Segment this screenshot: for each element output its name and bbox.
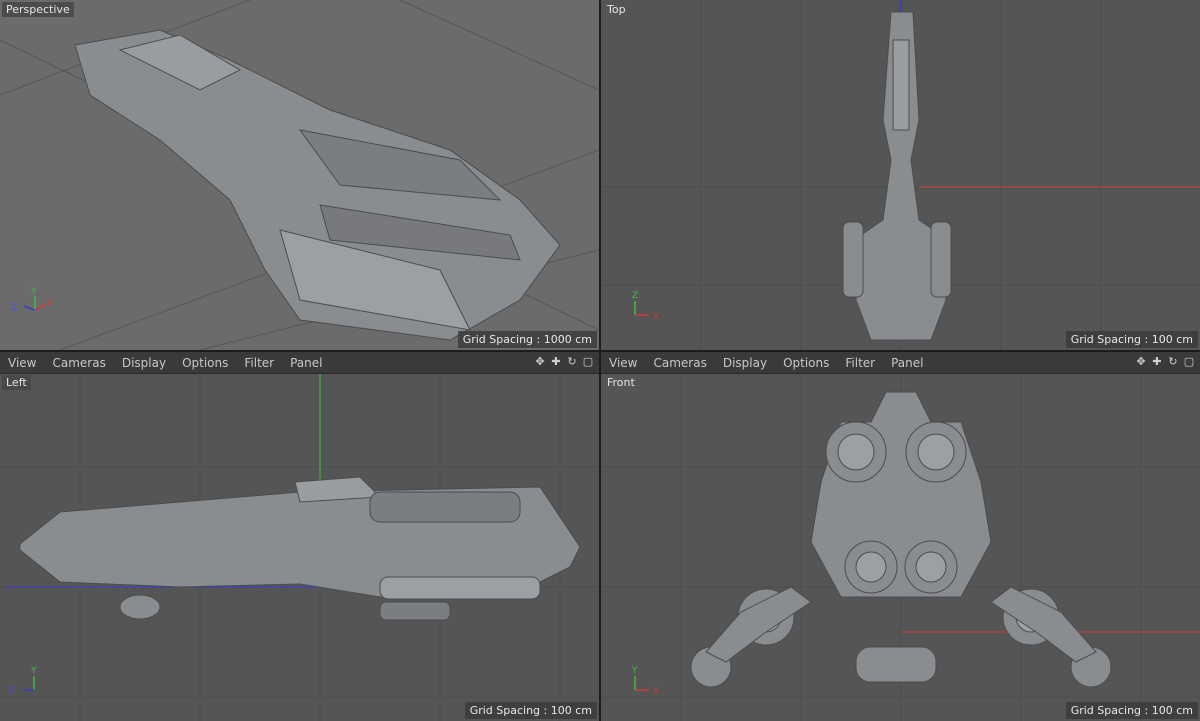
ship-model-left [19, 476, 581, 621]
top-viewport[interactable]: Top Z X Grid Spacing: 100 cm [601, 0, 1200, 350]
left-viewport[interactable]: View Cameras Display Options Filter Pane… [0, 352, 599, 721]
cinema4d-four-view-layout: Perspective Y X Z Grid Spacing: 1000 cm… [0, 0, 1200, 721]
grid-spacing-indicator: Grid Spacing : 100 cm [1065, 702, 1198, 719]
viewport-label[interactable]: Top [603, 2, 630, 17]
svg-text:Y: Y [631, 666, 638, 676]
svg-text:Z: Z [8, 686, 14, 696]
viewport-label[interactable]: Front [603, 375, 639, 390]
svg-text:Y: Y [30, 666, 37, 676]
viewport-label[interactable]: Left [2, 375, 31, 390]
front-scene: Y X [601, 374, 1200, 721]
grid-spacing-indicator: Grid Spacing : 100 cm [464, 702, 597, 719]
horizontal-divider[interactable] [0, 350, 1200, 352]
axis-z-label: Z [11, 303, 17, 313]
grid-spacing-indicator: Grid Spacing : 100 cm [1065, 331, 1198, 348]
viewport-label[interactable]: Perspective [2, 2, 74, 17]
ship-model-perspective [74, 29, 561, 341]
top-scene: Z X [601, 0, 1200, 350]
left-scene: Y Z [0, 374, 599, 721]
perspective-viewport[interactable]: Perspective Y X Z Grid Spacing: 1000 cm [0, 0, 599, 350]
front-viewport[interactable]: View Cameras Display Options Filter Pane… [601, 352, 1200, 721]
svg-text:X: X [653, 312, 659, 322]
svg-text:X: X [653, 687, 659, 697]
axis-y-label: Y [30, 287, 37, 297]
ship-model-top [842, 11, 952, 341]
grid-spacing-indicator: Grid Spacing : 1000 cm [457, 331, 597, 348]
perspective-scene: Y X Z [0, 0, 599, 350]
vertical-divider[interactable] [599, 0, 601, 721]
svg-text:Z: Z [632, 291, 638, 301]
axis-x-label: X [47, 299, 53, 309]
